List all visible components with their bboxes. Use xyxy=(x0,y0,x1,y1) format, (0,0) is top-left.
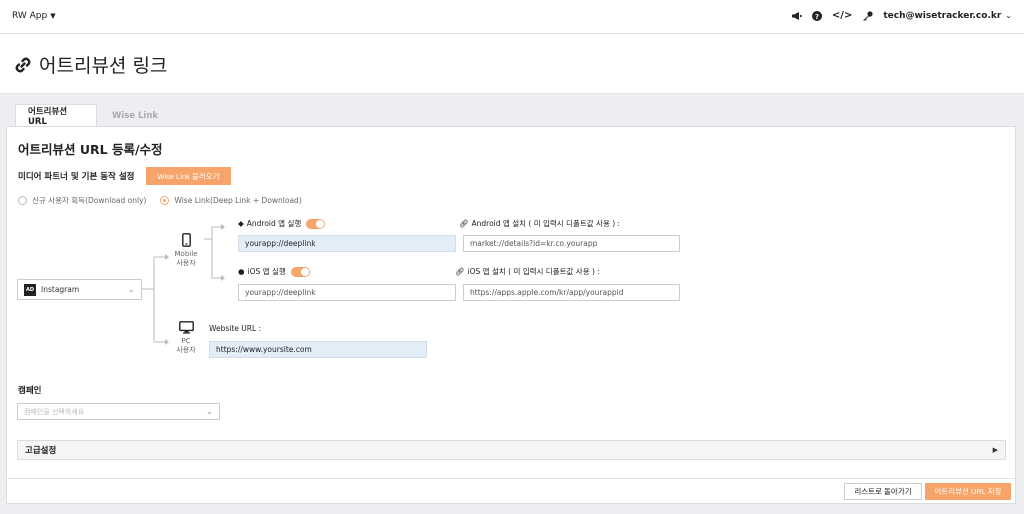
campaign-select[interactable]: 캠페인을 선택하세요 ⌄ xyxy=(17,403,220,420)
svg-text:?: ? xyxy=(815,13,819,21)
ios-run-input[interactable]: yourapp://deeplink xyxy=(238,284,456,301)
page-title: 어트리뷰션 링크 xyxy=(13,51,167,78)
ios-run-label: ● iOS 앱 실행 xyxy=(238,266,310,277)
footer-divider xyxy=(7,478,1015,479)
chevron-down-icon: ⌄ xyxy=(206,407,213,416)
chevron-down-icon: ⌄ xyxy=(127,284,135,295)
link-icon: 🔗︎ xyxy=(459,219,469,228)
radio-circle[interactable] xyxy=(18,196,27,205)
load-wiselink-button[interactable]: Wise Link 불러오기 xyxy=(146,167,231,185)
caret-down-icon: ▼ xyxy=(50,12,56,20)
media-setting-title: 미디어 파트너 및 기본 동작 설정 xyxy=(18,172,135,182)
ios-install-text: iOS 앱 설치 ( 미 입력시 디폴트값 사용 ) : xyxy=(467,267,600,276)
mode-radio-group: 신규 사용자 획득(Download only) Wise Link(Deep … xyxy=(18,195,302,206)
ios-run-toggle[interactable] xyxy=(290,266,310,277)
website-url-input[interactable]: https://www.yoursite.com xyxy=(209,341,427,358)
radio-label: 신규 사용자 획득(Download only) xyxy=(32,196,147,205)
app-name: RW App xyxy=(12,11,48,21)
radio-circle-selected[interactable] xyxy=(160,196,170,205)
radio-label: Wise Link(Deep Link + Download) xyxy=(174,196,302,205)
pc-user-node: PC 사용자 xyxy=(173,321,199,355)
pc-sub-label: 사용자 xyxy=(176,346,196,354)
media-partner-value: Instagram xyxy=(41,285,80,294)
ios-install-label: 🔗︎ iOS 앱 설치 ( 미 입력시 디폴트값 사용 ) : xyxy=(455,266,600,277)
tab-wise-link[interactable]: Wise Link xyxy=(97,104,173,127)
mobile-label: Mobile xyxy=(174,250,198,258)
apple-icon: ● xyxy=(238,267,245,276)
android-run-toggle[interactable] xyxy=(306,218,326,229)
campaign-placeholder: 캠페인을 선택하세요 xyxy=(24,407,85,416)
android-run-label: ◆ Android 앱 실행 xyxy=(238,218,326,229)
media-partner-select[interactable]: AD Instagram ⌄ xyxy=(17,279,142,300)
top-bar: RW App ▼ ? </> tech@wisetracker.co.kr ⌄ xyxy=(0,0,1024,34)
mobile-sub-label: 사용자 xyxy=(176,259,196,267)
android-install-input[interactable]: market://details?id=kr.co.yourapp xyxy=(463,235,680,252)
app-selector[interactable]: RW App ▼ xyxy=(12,11,56,21)
megaphone-icon[interactable] xyxy=(791,11,802,21)
chevron-down-icon[interactable]: ⌄ xyxy=(1005,11,1012,20)
page-title-text: 어트리뷰션 링크 xyxy=(39,55,168,77)
help-icon[interactable]: ? xyxy=(811,10,822,21)
back-to-list-button[interactable]: 리스트로 돌아가기 xyxy=(844,483,922,500)
android-run-text: Android 앱 실행 xyxy=(246,219,302,228)
top-icons: ? </> tech@wisetracker.co.kr ⌄ xyxy=(791,10,1012,21)
campaign-title: 캠페인 xyxy=(18,386,42,396)
radio-wise-link[interactable]: Wise Link(Deep Link + Download) xyxy=(160,195,302,206)
section-title: 어트리뷰션 URL 등록/수정 xyxy=(18,142,163,157)
user-email[interactable]: tech@wisetracker.co.kr xyxy=(883,11,1001,21)
android-install-label: 🔗︎ Android 앱 설치 ( 미 입력시 디폴트값 사용 ) : xyxy=(459,218,620,229)
advanced-settings-toggle[interactable]: 고급설정 ▶ xyxy=(17,440,1006,460)
title-bar: 어트리뷰션 링크 xyxy=(0,34,1024,94)
ios-run-text: iOS 앱 실행 xyxy=(247,267,286,276)
key-icon[interactable] xyxy=(862,10,873,21)
advanced-settings-label: 고급설정 xyxy=(25,446,57,456)
ad-badge-icon: AD xyxy=(24,283,36,296)
link-icon: 🔗︎ xyxy=(455,267,465,276)
desktop-monitor-icon xyxy=(178,321,194,334)
ios-install-input[interactable]: https://apps.apple.com/kr/app/yourappid xyxy=(463,284,680,301)
android-run-input[interactable]: yourapp://deeplink xyxy=(238,235,456,252)
link-icon xyxy=(15,57,31,72)
caret-right-icon: ▶ xyxy=(992,446,998,454)
mobile-user-node: Mobile 사용자 xyxy=(173,233,199,268)
tab-attribution-url[interactable]: 어트리뷰션 URL xyxy=(15,104,97,127)
android-icon: ◆ xyxy=(238,219,244,228)
website-url-label: Website URL : xyxy=(209,324,262,333)
radio-download-only[interactable]: 신규 사용자 획득(Download only) xyxy=(18,195,146,206)
android-install-text: Android 앱 설치 ( 미 입력시 디폴트값 사용 ) : xyxy=(471,219,621,228)
form-panel: 어트리뷰션 URL 등록/수정 미디어 파트너 및 기본 동작 설정 Wise … xyxy=(6,126,1016,504)
save-attribution-url-button[interactable]: 어트리뷰션 URL 저장 xyxy=(925,483,1011,500)
pc-label: PC xyxy=(181,337,191,345)
mobile-phone-icon xyxy=(181,233,191,247)
code-icon[interactable]: </> xyxy=(832,10,852,21)
tab-bar: 어트리뷰션 URL Wise Link xyxy=(15,104,173,127)
